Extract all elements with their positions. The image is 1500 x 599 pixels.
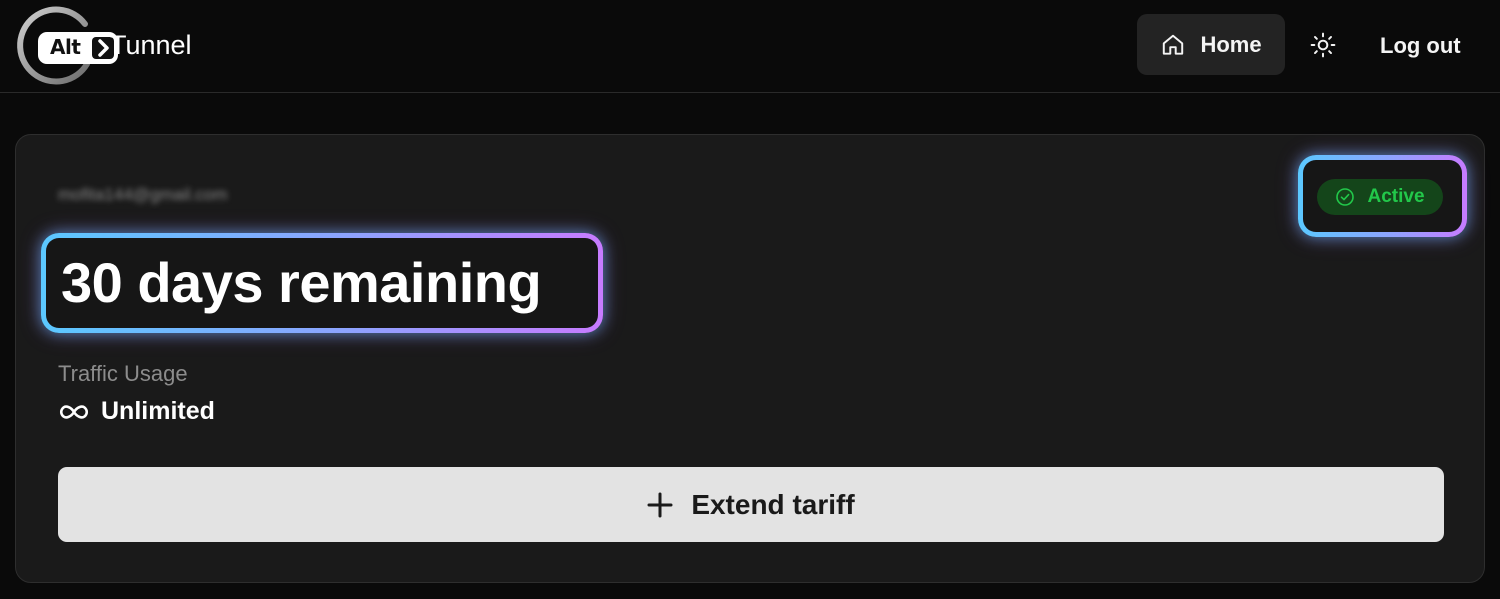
logout-button[interactable]: Log out bbox=[1370, 28, 1471, 64]
extend-tariff-button[interactable]: Extend tariff bbox=[58, 467, 1444, 542]
top-navigation-bar: Alt Tunnel Home Log out bbox=[0, 0, 1500, 93]
traffic-usage-label: Traffic Usage bbox=[58, 361, 188, 386]
traffic-usage-value-row: Unlimited bbox=[58, 397, 215, 426]
plus-icon bbox=[647, 492, 673, 517]
status-highlight-inner: Active bbox=[1303, 160, 1462, 232]
theme-toggle-button[interactable] bbox=[1305, 27, 1341, 63]
nav-home-button[interactable]: Home bbox=[1137, 14, 1285, 75]
days-remaining-highlight-inner: 30 days remaining bbox=[46, 238, 598, 328]
traffic-usage-value: Unlimited bbox=[101, 397, 215, 425]
logo-wordmark: Tunnel bbox=[110, 30, 192, 60]
home-icon bbox=[1163, 34, 1184, 55]
logo-badge-text: Alt bbox=[50, 35, 81, 59]
app-logo[interactable]: Alt Tunnel bbox=[14, 4, 214, 86]
days-remaining-title: 30 days remaining bbox=[61, 251, 542, 314]
account-email: mofita144@gmail.com bbox=[58, 185, 228, 204]
nav-home-label: Home bbox=[1200, 31, 1262, 57]
sun-icon bbox=[1310, 32, 1336, 58]
infinity-icon bbox=[59, 404, 89, 419]
extend-tariff-label: Extend tariff bbox=[691, 488, 855, 520]
status-highlight: Active bbox=[1298, 155, 1467, 237]
days-remaining-highlight: 30 days remaining bbox=[41, 233, 603, 333]
status-label: Active bbox=[1367, 186, 1425, 207]
logo-badge: Alt bbox=[38, 32, 118, 64]
subscription-card: mofita144@gmail.com Active 30 days remai… bbox=[15, 134, 1485, 583]
check-circle-icon bbox=[1336, 188, 1355, 206]
status-badge: Active bbox=[1317, 179, 1443, 215]
